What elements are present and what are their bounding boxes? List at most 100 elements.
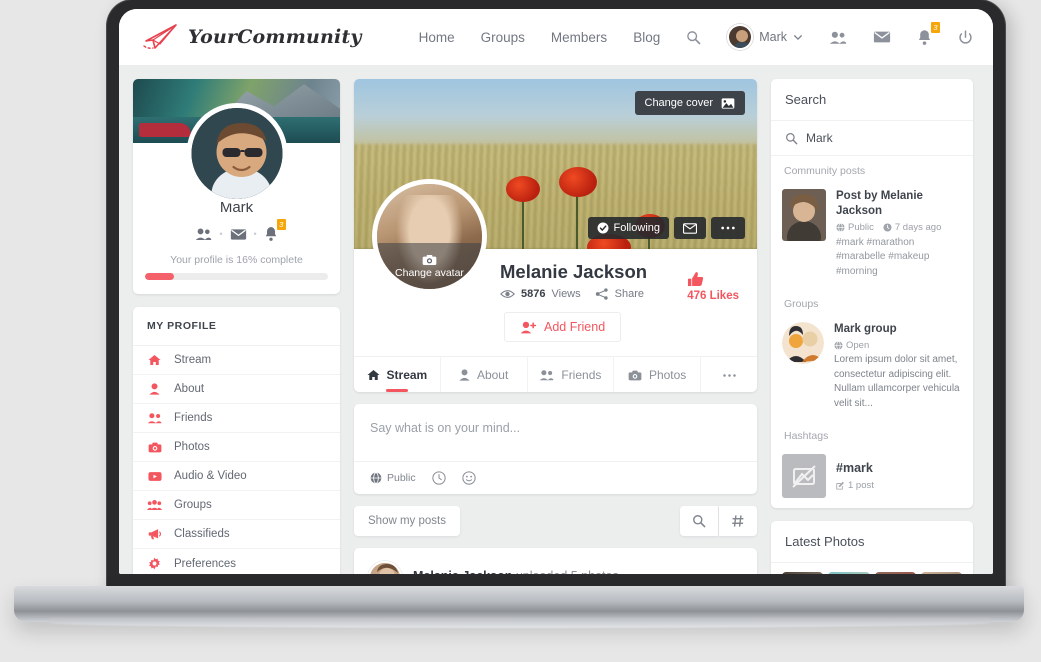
paper-plane-icon — [141, 22, 181, 52]
tab-stream[interactable]: Stream — [354, 357, 441, 392]
tab-photos[interactable]: Photos — [614, 357, 701, 392]
result-hashtags: #mark #marathon #marabelle #makeup #morn… — [836, 236, 930, 277]
post-composer-card: Say what is on your mind... Public — [354, 404, 757, 494]
search-result-hashtag[interactable]: #mark 1 post — [771, 447, 973, 508]
sidebar-item-label: Preferences — [174, 557, 237, 570]
tab-friends[interactable]: Friends — [528, 357, 615, 392]
friends-icon — [539, 369, 554, 381]
megaphone-icon — [147, 528, 162, 540]
post-headline: Melanie Jackson uploaded 5 photos — [413, 561, 619, 574]
nav-link-blog[interactable]: Blog — [633, 30, 660, 45]
sidebar-item-about[interactable]: About — [133, 375, 340, 404]
sidebar-item-label: Classifieds — [174, 528, 230, 540]
profile-avatar[interactable] — [186, 103, 287, 204]
result-privacy: Public — [836, 222, 874, 233]
sidebar-item-preferences[interactable]: Preferences — [133, 549, 340, 574]
friends-icon[interactable] — [195, 227, 212, 241]
check-circle-icon — [597, 222, 609, 234]
emoji-button[interactable] — [461, 471, 476, 485]
message-button[interactable] — [674, 217, 706, 239]
friends-icon — [147, 412, 162, 424]
result-thumbnail — [782, 189, 826, 241]
envelope-icon — [683, 222, 697, 234]
search-result-post[interactable]: Post by Melanie Jackson Public 7 days ag… — [771, 182, 973, 289]
sidebar-item-classifieds[interactable]: Classifieds — [133, 520, 340, 549]
photo-thumbnail[interactable] — [782, 572, 824, 574]
section-label-groups: Groups — [784, 298, 819, 311]
post-author: Melanie Jackson — [413, 569, 512, 574]
person-icon — [459, 369, 470, 381]
tab-more[interactable] — [701, 357, 757, 392]
search-result-group[interactable]: Mark group Open Lorem ipsum dolor sit am… — [771, 315, 973, 421]
notifications-badge: 3 — [931, 21, 940, 33]
notifications-button[interactable]: 3 — [917, 21, 940, 46]
change-cover-button[interactable]: Change cover — [634, 91, 745, 115]
sidebar-item-label: Photos — [174, 441, 210, 453]
person-icon — [147, 383, 162, 395]
share-button[interactable]: Share — [595, 288, 644, 300]
likes-block: 476 Likes — [687, 271, 739, 302]
user-menu[interactable]: Mark — [727, 24, 803, 50]
schedule-button[interactable] — [431, 471, 446, 485]
profile-tabs: Stream About Friends Photos — [354, 356, 757, 392]
tab-label: Friends — [561, 368, 602, 382]
sidebar-item-photos[interactable]: Photos — [133, 433, 340, 462]
following-button[interactable]: Following — [587, 217, 669, 239]
photo-thumbnail[interactable] — [874, 572, 916, 574]
friends-icon[interactable] — [829, 30, 847, 45]
likes-count: 476 Likes — [687, 290, 739, 302]
post-composer-input[interactable]: Say what is on your mind... — [354, 404, 757, 461]
latest-photos-title: Latest Photos — [771, 521, 973, 564]
separator-dot: • — [253, 229, 257, 239]
profile-summary-card: Mark • • 3 Your profile is 16% complete — [133, 79, 340, 294]
main-column: Change cover Following Change avatar 476… — [354, 79, 757, 574]
profile-completion-text: Your profile is 16% complete — [170, 254, 303, 266]
avatar — [727, 24, 754, 50]
nav-link-home[interactable]: Home — [419, 30, 455, 45]
privacy-selector[interactable]: Public — [370, 472, 416, 484]
show-my-posts-button[interactable]: Show my posts — [354, 506, 460, 536]
notifications-badge: 3 — [276, 219, 286, 230]
stream-search-button[interactable] — [680, 506, 718, 536]
profile-avatar-large[interactable]: Change avatar — [372, 179, 487, 294]
power-icon[interactable] — [958, 29, 973, 45]
notifications-button[interactable]: 3 — [264, 219, 286, 242]
laptop-frame: YourCommunity Home Groups Members Blog M — [107, 0, 1005, 600]
section-label-community-posts: Community posts — [784, 165, 866, 177]
nav-link-members[interactable]: Members — [551, 30, 607, 45]
smiley-icon — [461, 471, 476, 485]
left-sidebar: Mark • • 3 Your profile is 16% complete … — [133, 79, 340, 574]
envelope-icon[interactable] — [230, 228, 247, 241]
more-options-button[interactable] — [711, 217, 745, 239]
camera-icon — [147, 442, 162, 453]
photo-thumbnail[interactable] — [920, 572, 962, 574]
change-avatar-overlay[interactable]: Change avatar — [377, 243, 482, 289]
clock-icon — [883, 223, 892, 232]
nav-link-groups[interactable]: Groups — [481, 30, 525, 45]
search-icon[interactable] — [686, 30, 701, 45]
result-meta: 1 post — [836, 480, 874, 491]
sidebar-item-audio-video[interactable]: Audio & Video — [133, 462, 340, 491]
stream-hashtag-button[interactable] — [719, 506, 757, 536]
tab-label: About — [476, 368, 509, 382]
globe-icon — [834, 341, 843, 351]
ellipsis-icon[interactable]: ••• — [723, 561, 743, 574]
sidebar-item-friends[interactable]: Friends — [133, 404, 340, 433]
globe-icon — [836, 222, 845, 232]
image-icon — [721, 97, 735, 109]
sidebar-item-stream[interactable]: Stream — [133, 346, 340, 375]
sidebar-item-label: Friends — [174, 412, 213, 424]
search-input[interactable]: Mark — [771, 121, 973, 156]
envelope-icon[interactable] — [873, 30, 891, 44]
add-friend-button[interactable]: Add Friend — [504, 312, 622, 342]
brand-name: YourCommunity — [188, 26, 362, 48]
gear-icon — [147, 557, 162, 570]
photo-thumbnail[interactable] — [828, 572, 870, 574]
brand-logo[interactable]: YourCommunity — [141, 22, 362, 52]
camera-icon — [422, 254, 437, 266]
sidebar-item-groups[interactable]: Groups — [133, 491, 340, 520]
camera-icon — [628, 370, 642, 381]
globe-icon — [370, 472, 382, 484]
search-results-card: Search Mark Community posts Post by Mela… — [771, 79, 973, 509]
tab-about[interactable]: About — [441, 357, 528, 392]
